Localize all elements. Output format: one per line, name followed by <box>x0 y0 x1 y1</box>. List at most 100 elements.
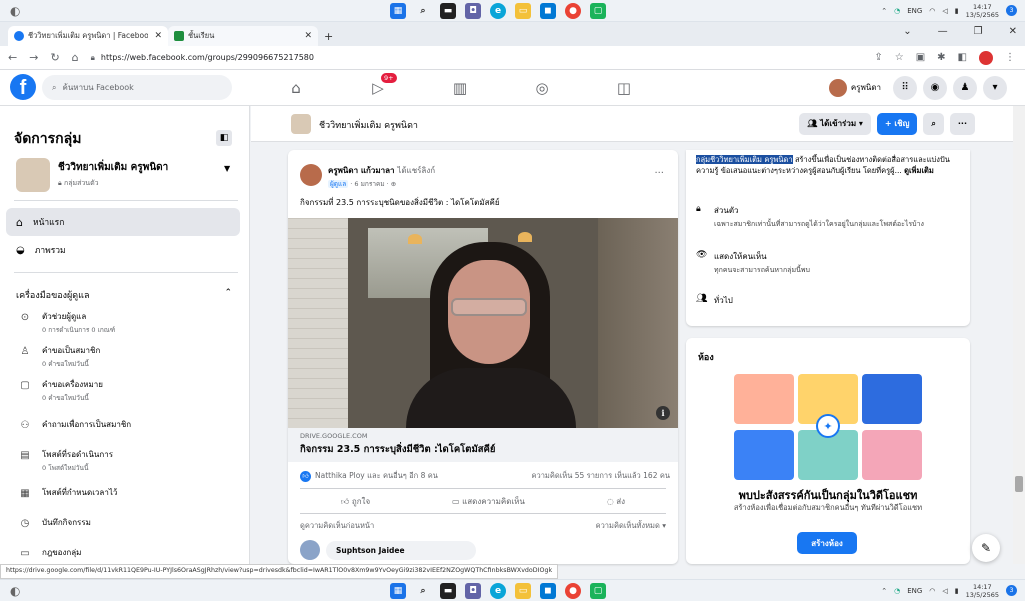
folder-icon[interactable]: ▭ <box>515 2 531 19</box>
home-icon[interactable]: ⌂ <box>72 51 79 64</box>
line-icon[interactable]: ▢ <box>590 2 606 19</box>
like-button[interactable]: 👍︎ ถูกใจ <box>341 495 370 508</box>
close-tab-icon[interactable]: ✕ <box>154 31 162 41</box>
notifications-bell-icon[interactable]: ♟ <box>953 75 977 100</box>
profile-avatar[interactable] <box>979 50 993 65</box>
page-scrollbar[interactable] <box>1013 106 1025 564</box>
line-icon[interactable]: ▢ <box>590 582 606 599</box>
tool-activity-log[interactable]: ◷ บันทึกกิจกรรม <box>18 516 91 529</box>
search-icon[interactable]: ⌕ <box>415 583 431 599</box>
folder-icon[interactable]: ▭ <box>515 582 531 599</box>
close-window-icon[interactable]: ✕ <box>1009 26 1017 37</box>
tool-pending-posts[interactable]: ▤ โพสต์ที่รอดำเนินการ 0 โพสต์ใหม่วันนี้ <box>18 448 113 473</box>
tool-scheduled-posts[interactable]: ▦ โพสต์ที่กำหนดเวลาไว้ <box>18 486 117 499</box>
notification-badge[interactable]: 3 <box>1006 585 1017 596</box>
search-group-icon[interactable]: ⌕ <box>923 112 944 135</box>
post-date[interactable]: · 6 มกราคม · ⊕ <box>350 180 396 188</box>
comment-button[interactable]: ▭ แสดงความคิดเห็น <box>452 495 525 508</box>
minimize-icon[interactable]: — <box>938 26 948 37</box>
send-button[interactable]: ◌ ส่ง <box>607 495 625 508</box>
invite-button[interactable]: + เชิญ <box>876 112 918 135</box>
new-tab-button[interactable]: + <box>318 26 339 46</box>
nav-gaming-icon[interactable]: ◫ <box>583 70 665 106</box>
clock[interactable]: 14:17 13/5/2565 <box>966 3 999 19</box>
maximize-icon[interactable]: ❐ <box>974 26 983 37</box>
chrome-icon[interactable]: ● <box>565 2 581 19</box>
see-more-link[interactable]: ดูเพิ่มเติม <box>904 166 934 175</box>
windows-start-icon[interactable]: ▦ <box>390 2 406 19</box>
nav-groups-icon[interactable]: ◎ <box>501 70 583 106</box>
volume-icon[interactable]: ◁ <box>942 587 947 595</box>
taskview-icon[interactable]: ▬ <box>440 582 456 599</box>
tool-admin-assist[interactable]: ⊙ ตัวช่วยผู้ดูแล 0 การดำเนินการ 0 เกณฑ์ <box>18 310 115 335</box>
battery-icon[interactable]: ▮ <box>955 587 959 595</box>
wifi-icon[interactable]: ◠ <box>929 587 935 595</box>
account-caret-icon[interactable]: ▾ <box>983 75 1007 100</box>
teams-icon[interactable]: ◘ <box>465 582 481 599</box>
puzzle-icon[interactable]: ✱ <box>937 52 945 63</box>
wifi-icon[interactable]: ◠ <box>929 7 935 15</box>
view-previous-comments[interactable]: ดูความคิดเห็นก่อนหน้า <box>300 520 374 532</box>
commenter-name[interactable]: Suphtson Jaidee <box>326 540 476 560</box>
facebook-search-input[interactable]: ⌕ ค้นหาบน Facebook <box>42 75 232 100</box>
edge-icon[interactable]: ◐ <box>10 4 20 18</box>
network-icon[interactable]: ◔ <box>894 7 900 15</box>
joined-button[interactable]: 👥︎ ได้เข้าร่วม ▾ <box>799 112 871 135</box>
back-icon[interactable]: ← <box>8 51 17 64</box>
store-icon[interactable]: ◼ <box>540 2 556 19</box>
admin-tools-header[interactable]: เครื่องมือของผู้ดูแล ⌃ <box>16 288 232 302</box>
tool-membership-questions[interactable]: ⚇ คำถามเพื่อการเป็นสมาชิก <box>18 418 132 431</box>
nav-watch-icon[interactable]: ▷ 9+ <box>337 70 419 106</box>
store-icon[interactable]: ◼ <box>540 582 556 599</box>
tool-badge-requests[interactable]: ▢ คำขอเครื่องหมาย 0 คำขอใหม่วันนี้ <box>18 378 103 403</box>
messenger-icon[interactable]: ◉ <box>923 75 947 100</box>
edge-browser-icon[interactable]: e <box>490 582 506 599</box>
more-options-icon[interactable]: ··· <box>949 112 975 135</box>
chevron-up-icon[interactable]: ⌃ <box>881 7 887 15</box>
collapse-sidebar-icon[interactable]: ◧ <box>216 130 232 146</box>
user-profile-button[interactable]: ครูพนิดา <box>827 77 887 99</box>
taskview-icon[interactable]: ▬ <box>440 2 456 19</box>
comment-filter-dropdown[interactable]: ความคิดเห็นทั้งหมด ▾ <box>596 520 666 532</box>
new-message-compose-icon[interactable]: ✎ <box>972 534 1000 562</box>
lang-indicator[interactable]: ENG <box>907 587 922 595</box>
tab-search-icon[interactable]: ⌄ <box>903 26 911 37</box>
search-icon[interactable]: ⌕ <box>415 3 431 19</box>
edge-icon[interactable]: ◐ <box>10 584 20 598</box>
sidebar-item-overview[interactable]: ◒ ภาพรวม <box>6 236 240 264</box>
chrome-icon[interactable]: ● <box>565 582 581 599</box>
group-thumbnail[interactable] <box>291 114 311 134</box>
volume-icon[interactable]: ◁ <box>942 7 947 15</box>
clock[interactable]: 14:17 13/5/2565 <box>966 583 999 599</box>
teams-icon[interactable]: ◘ <box>465 2 481 19</box>
network-icon[interactable]: ◔ <box>894 587 900 595</box>
notification-badge[interactable]: 3 <box>1006 5 1017 16</box>
sidepanel-icon[interactable]: ◧ <box>958 52 967 63</box>
extension-icon[interactable]: ▣ <box>916 52 925 63</box>
create-room-button[interactable]: สร้างห้อง <box>797 532 857 554</box>
chevron-up-icon[interactable]: ⌃ <box>881 587 887 595</box>
menu-grid-icon[interactable]: ⠿ <box>893 75 917 100</box>
nav-marketplace-icon[interactable]: ▥ <box>419 70 501 106</box>
windows-start-icon[interactable]: ▦ <box>390 582 406 599</box>
post-options-icon[interactable]: ··· <box>654 168 664 179</box>
nav-home-icon[interactable]: ⌂ <box>255 70 337 106</box>
author-avatar[interactable] <box>300 164 322 186</box>
menu-dots-icon[interactable]: ⋮ <box>1005 52 1015 63</box>
scrollbar-thumb[interactable] <box>1015 476 1023 492</box>
edge-browser-icon[interactable]: e <box>490 2 506 19</box>
tool-member-requests[interactable]: ♙ คำขอเป็นสมาชิก 0 คำขอใหม่วันนี้ <box>18 344 101 369</box>
reload-icon[interactable]: ↻ <box>50 51 59 64</box>
close-tab-icon[interactable]: ✕ <box>304 31 312 41</box>
group-switcher[interactable]: ชีววิทยาเพิ่มเติม ครูพนิดา 🔒︎ กลุ่มส่วนต… <box>16 158 168 192</box>
battery-icon[interactable]: ▮ <box>955 7 959 15</box>
group-bar-name[interactable]: ชีววิทยาเพิ่มเติม ครูพนิดา <box>319 118 418 132</box>
bookmark-star-icon[interactable]: ☆ <box>895 52 904 63</box>
caret-down-icon[interactable]: ▼ <box>224 164 230 173</box>
tool-group-rules[interactable]: ▭ กฎของกลุ่ม <box>18 546 81 559</box>
info-icon[interactable]: i <box>656 406 670 420</box>
reactions-summary[interactable]: 👍︎ Natthika Ploy และ คนอื่นๆ อีก 8 คน <box>300 470 438 482</box>
post-author[interactable]: ครูพนิดา แก้วมาลา <box>328 166 395 175</box>
tab-classroom[interactable]: ชั้นเรียน ✕ <box>168 26 318 46</box>
link-preview[interactable]: DRIVE.GOOGLE.COM กิจกรรม 23.5 การระบุสิ่… <box>288 428 678 462</box>
